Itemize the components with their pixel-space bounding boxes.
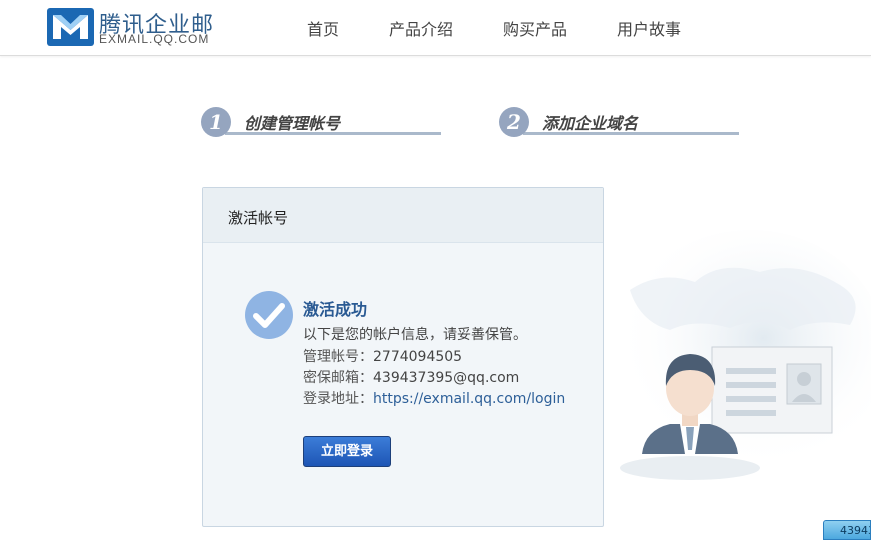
login-address-link[interactable]: https://exmail.qq.com/login bbox=[373, 391, 565, 407]
success-check-icon bbox=[245, 291, 293, 339]
corner-notification-chip[interactable]: 43943 bbox=[823, 520, 871, 540]
step-2-number: 2 bbox=[499, 107, 529, 137]
activate-account-panel: 激活帐号 激活成功 以下是您的帐户信息，请妥善保管。 管理帐号：27740945… bbox=[202, 187, 604, 527]
logo-subtitle: EXMAIL.QQ.COM bbox=[99, 32, 210, 46]
admin-account-row: 管理帐号：2774094505 bbox=[303, 346, 462, 366]
info-intro: 以下是您的帐户信息，请妥善保管。 bbox=[303, 327, 527, 343]
step-1: 1 创建管理帐号 bbox=[201, 104, 446, 138]
top-header: 腾讯企业邮 EXMAIL.QQ.COM 首页 产品介绍 购买产品 用户故事 bbox=[0, 0, 871, 56]
security-email-row: 密保邮箱：439437395@qq.com bbox=[303, 367, 519, 387]
admin-account-value: 2774094505 bbox=[373, 349, 463, 365]
step-2: 2 添加企业域名 bbox=[499, 104, 744, 138]
step-2-label: 添加企业域名 bbox=[542, 114, 639, 133]
nav-buy-product[interactable]: 购买产品 bbox=[503, 16, 567, 40]
panel-title: 激活帐号 bbox=[228, 209, 289, 227]
panel-header: 激活帐号 bbox=[203, 188, 603, 243]
account-card-illustration bbox=[615, 230, 871, 480]
step-1-label: 创建管理帐号 bbox=[244, 114, 341, 133]
step-1-number: 1 bbox=[201, 107, 231, 137]
mail-logo-icon bbox=[47, 8, 94, 46]
admin-account-label: 管理帐号： bbox=[303, 349, 373, 365]
success-title: 激活成功 bbox=[303, 300, 368, 319]
login-address-label: 登录地址： bbox=[303, 391, 373, 407]
login-now-button[interactable]: 立即登录 bbox=[303, 436, 391, 467]
security-email-label: 密保邮箱： bbox=[303, 370, 373, 386]
nav-product-intro[interactable]: 产品介绍 bbox=[389, 16, 453, 40]
logo[interactable]: 腾讯企业邮 EXMAIL.QQ.COM bbox=[47, 8, 247, 48]
nav-user-stories[interactable]: 用户故事 bbox=[617, 16, 681, 40]
security-email-value: 439437395@qq.com bbox=[373, 370, 520, 386]
login-address-row: 登录地址：https://exmail.qq.com/login bbox=[303, 388, 565, 408]
nav-home[interactable]: 首页 bbox=[307, 16, 339, 40]
